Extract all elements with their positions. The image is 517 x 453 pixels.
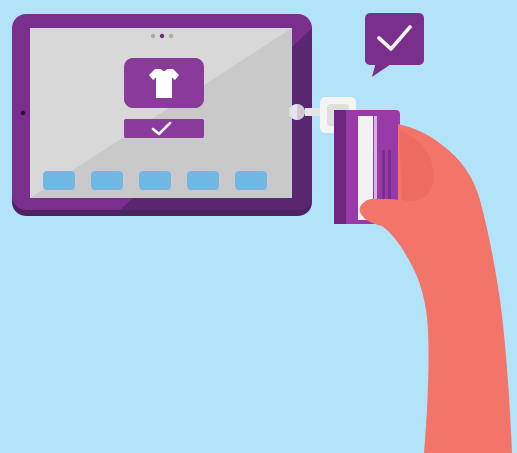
product-tile bbox=[124, 58, 204, 108]
page-dot bbox=[150, 33, 156, 39]
dock-button bbox=[235, 171, 267, 190]
page-dot bbox=[168, 33, 174, 39]
dock-button bbox=[187, 171, 219, 190]
page-dot-active bbox=[159, 33, 165, 39]
dock-button bbox=[139, 171, 171, 190]
card-edge-dark bbox=[334, 110, 346, 224]
payment-illustration bbox=[0, 0, 517, 453]
dock-button bbox=[91, 171, 123, 190]
confirm-bar bbox=[124, 119, 204, 138]
dock-button bbox=[43, 171, 75, 190]
page-indicator bbox=[150, 33, 174, 39]
tablet-camera bbox=[20, 110, 26, 116]
illustration-canvas bbox=[0, 0, 517, 453]
speech-bubble-box bbox=[365, 13, 424, 65]
tablet bbox=[12, 14, 312, 216]
